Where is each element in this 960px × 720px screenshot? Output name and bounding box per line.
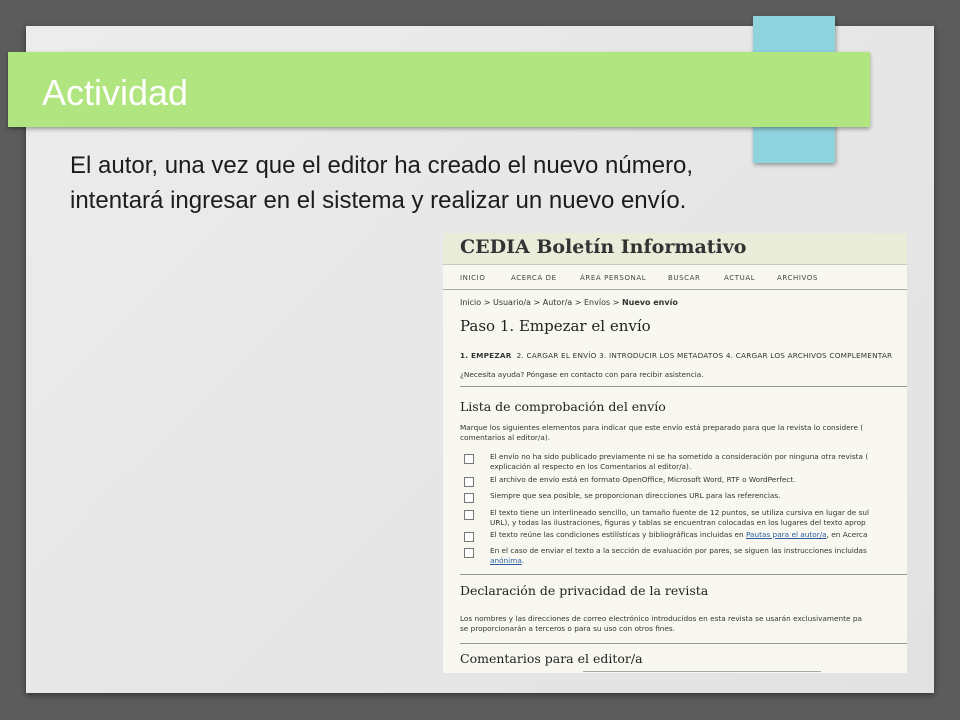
checklist-item-6-line-1: En el caso de enviar el texto a la secci… — [490, 546, 867, 555]
slide-title: Actividad — [42, 72, 189, 113]
step-current: 1. EMPEZAR — [460, 351, 512, 360]
site-nav: INICIO ACERCA DE ÁREA PERSONAL BUSCAR AC… — [443, 267, 907, 290]
checklist-checkbox-4[interactable] — [464, 510, 474, 520]
checklist-checkbox-3[interactable] — [464, 493, 474, 503]
checklist-item-6-line-2: anónima. — [490, 556, 524, 566]
checklist-item-4-line-2: URL), y todas las ilustraciones, figuras… — [490, 518, 866, 527]
divider — [460, 386, 907, 387]
checklist-heading: Lista de comprobación del envío — [460, 399, 666, 414]
checklist-item-4-line-1: El texto tiene un interlineado sencillo,… — [490, 508, 870, 517]
step-indicator: 1. EMPEZAR 2. CARGAR EL ENVÍO 3. INTRODU… — [460, 351, 892, 360]
page-heading: Paso 1. Empezar el envío — [460, 317, 651, 335]
checklist-item-5-after: , en Acerca — [826, 530, 868, 539]
privacy-heading: Declaración de privacidad de la revista — [460, 583, 709, 598]
comments-textarea-edge[interactable] — [583, 671, 821, 672]
nav-item-inicio[interactable]: INICIO — [460, 274, 485, 282]
checklist-checkbox-6[interactable] — [464, 548, 474, 558]
site-title: CEDIA Boletín Informativo — [460, 236, 747, 258]
slide-body-text: El autor, una vez que el editor ha cread… — [70, 152, 694, 214]
checklist-item-5-text: El texto reúne las condiciones estilísti… — [490, 530, 746, 539]
breadcrumb-path[interactable]: Inicio > Usuario/a > Autor/a > Envíos > — [460, 298, 622, 307]
breadcrumb-current: Nuevo envío — [621, 298, 678, 307]
privacy-text-1: Los nombres y las direcciones de correo … — [460, 614, 862, 623]
nav-item-area-personal[interactable]: ÁREA PERSONAL — [580, 274, 646, 282]
checklist-intro-1: Marque los siguientes elementos para ind… — [460, 423, 864, 432]
embedded-screenshot: CEDIA Boletín Informativo INICIO ACERCA … — [443, 233, 907, 673]
checklist-checkbox-1[interactable] — [464, 454, 474, 464]
help-text: ¿Necesita ayuda? Póngase en contacto con… — [460, 370, 704, 379]
checklist-item-3: Siempre que sea posible, se proporcionan… — [490, 491, 781, 500]
nav-item-archivos[interactable]: ARCHIVOS — [777, 274, 818, 282]
checklist-item-1-line-1: El envío no ha sido publicado previament… — [490, 452, 869, 461]
anonymous-review-link[interactable]: anónima — [490, 556, 522, 565]
divider — [460, 643, 907, 644]
nav-item-acerca[interactable]: ACERCA DE — [511, 274, 557, 282]
nav-item-buscar[interactable]: BUSCAR — [668, 274, 701, 282]
checklist-item-1-line-2: explicación al respecto en los Comentari… — [490, 462, 692, 471]
privacy-text-2: se proporcionarán a terceros o para su u… — [460, 624, 676, 633]
checklist-item-2: El archivo de envío está en formato Open… — [490, 475, 796, 484]
checklist-item-6-after: . — [521, 556, 525, 565]
checklist-checkbox-2[interactable] — [464, 477, 474, 487]
divider — [460, 574, 907, 575]
step-rest[interactable]: 2. CARGAR EL ENVÍO 3. INTRODUCIR LOS MET… — [517, 351, 893, 360]
checklist-checkbox-5[interactable] — [464, 532, 474, 542]
breadcrumb: Inicio > Usuario/a > Autor/a > Envíos > … — [460, 298, 678, 307]
nav-item-actual[interactable]: ACTUAL — [724, 274, 755, 282]
checklist-item-5: El texto reúne las condiciones estilísti… — [490, 530, 867, 540]
site-header: CEDIA Boletín Informativo — [443, 233, 907, 265]
author-guidelines-link[interactable]: Pautas para el autor/a — [746, 530, 827, 539]
checklist-intro-2: comentarios al editor/a). — [460, 433, 551, 442]
comments-heading: Comentarios para el editor/a — [460, 651, 643, 666]
